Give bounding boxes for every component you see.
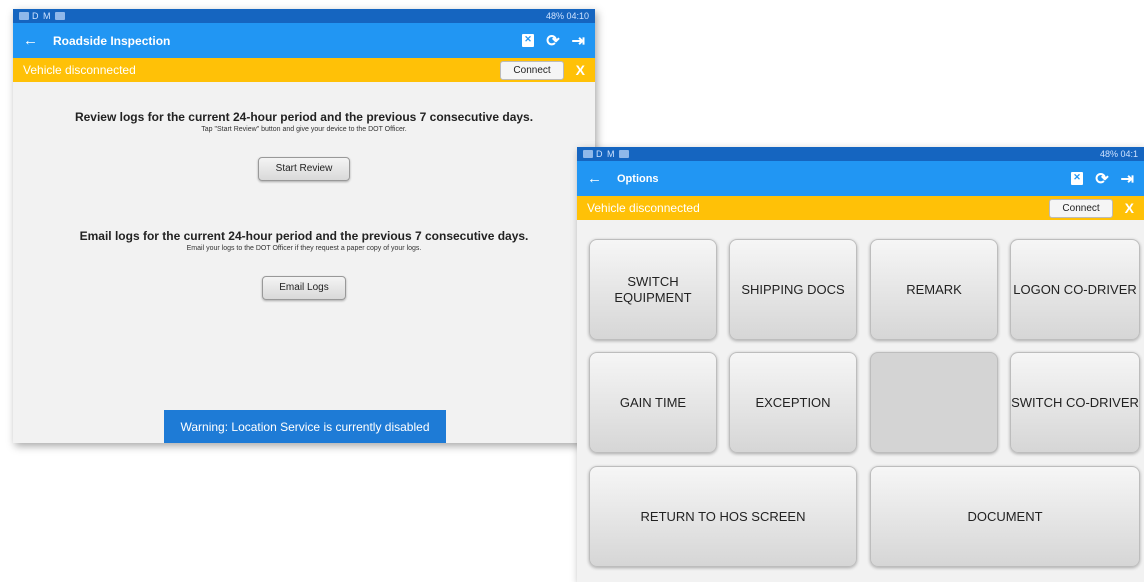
status-bar: D M 48% 04:10	[13, 9, 595, 23]
arrow-left-icon[interactable]: ←	[23, 32, 53, 49]
status-bar-notifications: D M	[19, 11, 65, 21]
email-subtext: Email your logs to the DOT Officer if th…	[186, 245, 422, 252]
connect-button[interactable]: Connect	[1049, 198, 1113, 218]
app-bar-actions: ⟳ ⇥	[1071, 169, 1134, 189]
close-banner-button[interactable]: X	[576, 62, 585, 78]
review-section: Review logs for the current 24-hour peri…	[13, 110, 595, 181]
notification-icon	[19, 12, 29, 20]
notification-icon	[54, 12, 65, 20]
pdf-icon[interactable]	[1071, 172, 1084, 185]
email-heading: Email logs for the current 24-hour perio…	[79, 229, 529, 243]
shipping-docs-button[interactable]: SHIPPING DOCS	[729, 239, 857, 340]
pdf-icon[interactable]	[522, 34, 535, 47]
review-subtext: Tap "Start Review" button and give your …	[201, 126, 407, 133]
status-bar-info: 48% 04:1	[1100, 149, 1138, 159]
battery-time: 48% 04:10	[545, 11, 589, 21]
location-warning-toast: Warning: Location Service is currently d…	[164, 410, 446, 443]
refresh-icon[interactable]: ⟳	[1095, 169, 1108, 189]
arrow-left-icon[interactable]: ←	[587, 170, 617, 187]
logout-icon[interactable]: ⇥	[572, 31, 585, 51]
refresh-icon[interactable]: ⟳	[546, 31, 559, 51]
logout-icon[interactable]: ⇥	[1121, 169, 1134, 189]
notification-icon	[583, 150, 593, 158]
app-bar-actions: ⟳ ⇥	[522, 31, 585, 51]
exception-button[interactable]: EXCEPTION	[729, 352, 857, 453]
notification-icon	[618, 150, 629, 158]
connect-button[interactable]: Connect	[500, 60, 564, 80]
app-bar: ← Roadside Inspection ⟳ ⇥	[13, 23, 595, 58]
document-button[interactable]: DOCUMENT	[870, 466, 1140, 567]
status-bar-notifications: D M	[583, 149, 629, 159]
switch-equipment-button[interactable]: SWITCH EQUIPMENT	[589, 239, 717, 340]
inspection-body: Review logs for the current 24-hour peri…	[13, 82, 595, 300]
email-section: Email logs for the current 24-hour perio…	[13, 229, 595, 300]
banner-message: Vehicle disconnected	[587, 201, 700, 215]
return-to-hos-screen-button[interactable]: RETURN TO HOS SCREEN	[589, 466, 857, 567]
roadside-inspection-screen: D M 48% 04:10 ← Roadside Inspection ⟳ ⇥ …	[13, 9, 595, 443]
app-bar: ← Options ⟳ ⇥	[577, 161, 1144, 196]
start-review-button[interactable]: Start Review	[258, 157, 350, 181]
page-title: Roadside Inspection	[53, 33, 171, 48]
gain-time-button[interactable]: GAIN TIME	[589, 352, 717, 453]
logon-co-driver-button[interactable]: LOGON CO-DRIVER	[1010, 239, 1140, 340]
remark-button[interactable]: REMARK	[870, 239, 998, 340]
page-title: Options	[617, 172, 659, 185]
switch-co-driver-button[interactable]: SWITCH CO-DRIVER	[1010, 352, 1140, 453]
status-bar: D M 48% 04:1	[577, 147, 1144, 161]
options-screen: D M 48% 04:1 ← Options ⟳ ⇥ Vehicle disco…	[577, 147, 1144, 582]
vehicle-disconnected-banner: Vehicle disconnected Connect X	[13, 58, 595, 82]
battery-time: 48% 04:1	[1099, 149, 1138, 159]
blank-tile	[870, 352, 998, 453]
banner-message: Vehicle disconnected	[23, 63, 136, 77]
close-banner-button[interactable]: X	[1125, 200, 1134, 216]
vehicle-disconnected-banner: Vehicle disconnected Connect X	[577, 196, 1144, 220]
status-bar-info: 48% 04:10	[546, 11, 589, 21]
email-logs-button[interactable]: Email Logs	[262, 276, 346, 300]
review-heading: Review logs for the current 24-hour peri…	[74, 110, 534, 124]
